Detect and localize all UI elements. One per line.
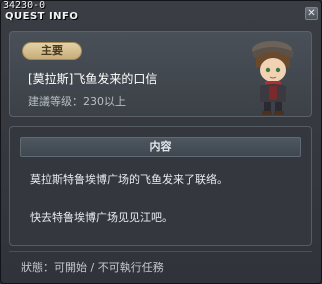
description-line: 莫拉斯特鲁埃博广场的飞鱼发来了联络。 [30, 173, 228, 186]
quest-status: 狀態：可開始 / 不可執行任務 [21, 261, 164, 274]
quest-description-panel: 内容 莫拉斯特鲁埃博广场的飞鱼发来了联络。 快去特鲁埃博广场见见江吧。 [9, 126, 312, 246]
quest-info-window: 34230-0 QUEST INFO ✕ 主要 [莫拉斯]飞鱼发来的口信 建議等… [0, 0, 322, 284]
close-icon: ✕ [307, 8, 316, 19]
npc-portrait-icon [252, 41, 294, 115]
title-bar[interactable]: 34230-0 QUEST INFO ✕ [1, 0, 321, 25]
quest-summary-card: 主要 [莫拉斯]飞鱼发来的口信 建議等级：230以上 [9, 31, 312, 117]
description-line: 快去特鲁埃博广场见见江吧。 [30, 211, 173, 224]
content-header: 内容 [20, 137, 301, 157]
divider [9, 251, 312, 252]
level-requirement: 建議等级：230以上 [28, 95, 126, 108]
quest-name: [莫拉斯]飞鱼发来的口信 [28, 72, 158, 86]
window-title: QUEST INFO [5, 11, 79, 22]
quest-id: 34230-0 [3, 0, 46, 11]
category-badge: 主要 [22, 42, 82, 60]
close-button[interactable]: ✕ [305, 7, 318, 20]
